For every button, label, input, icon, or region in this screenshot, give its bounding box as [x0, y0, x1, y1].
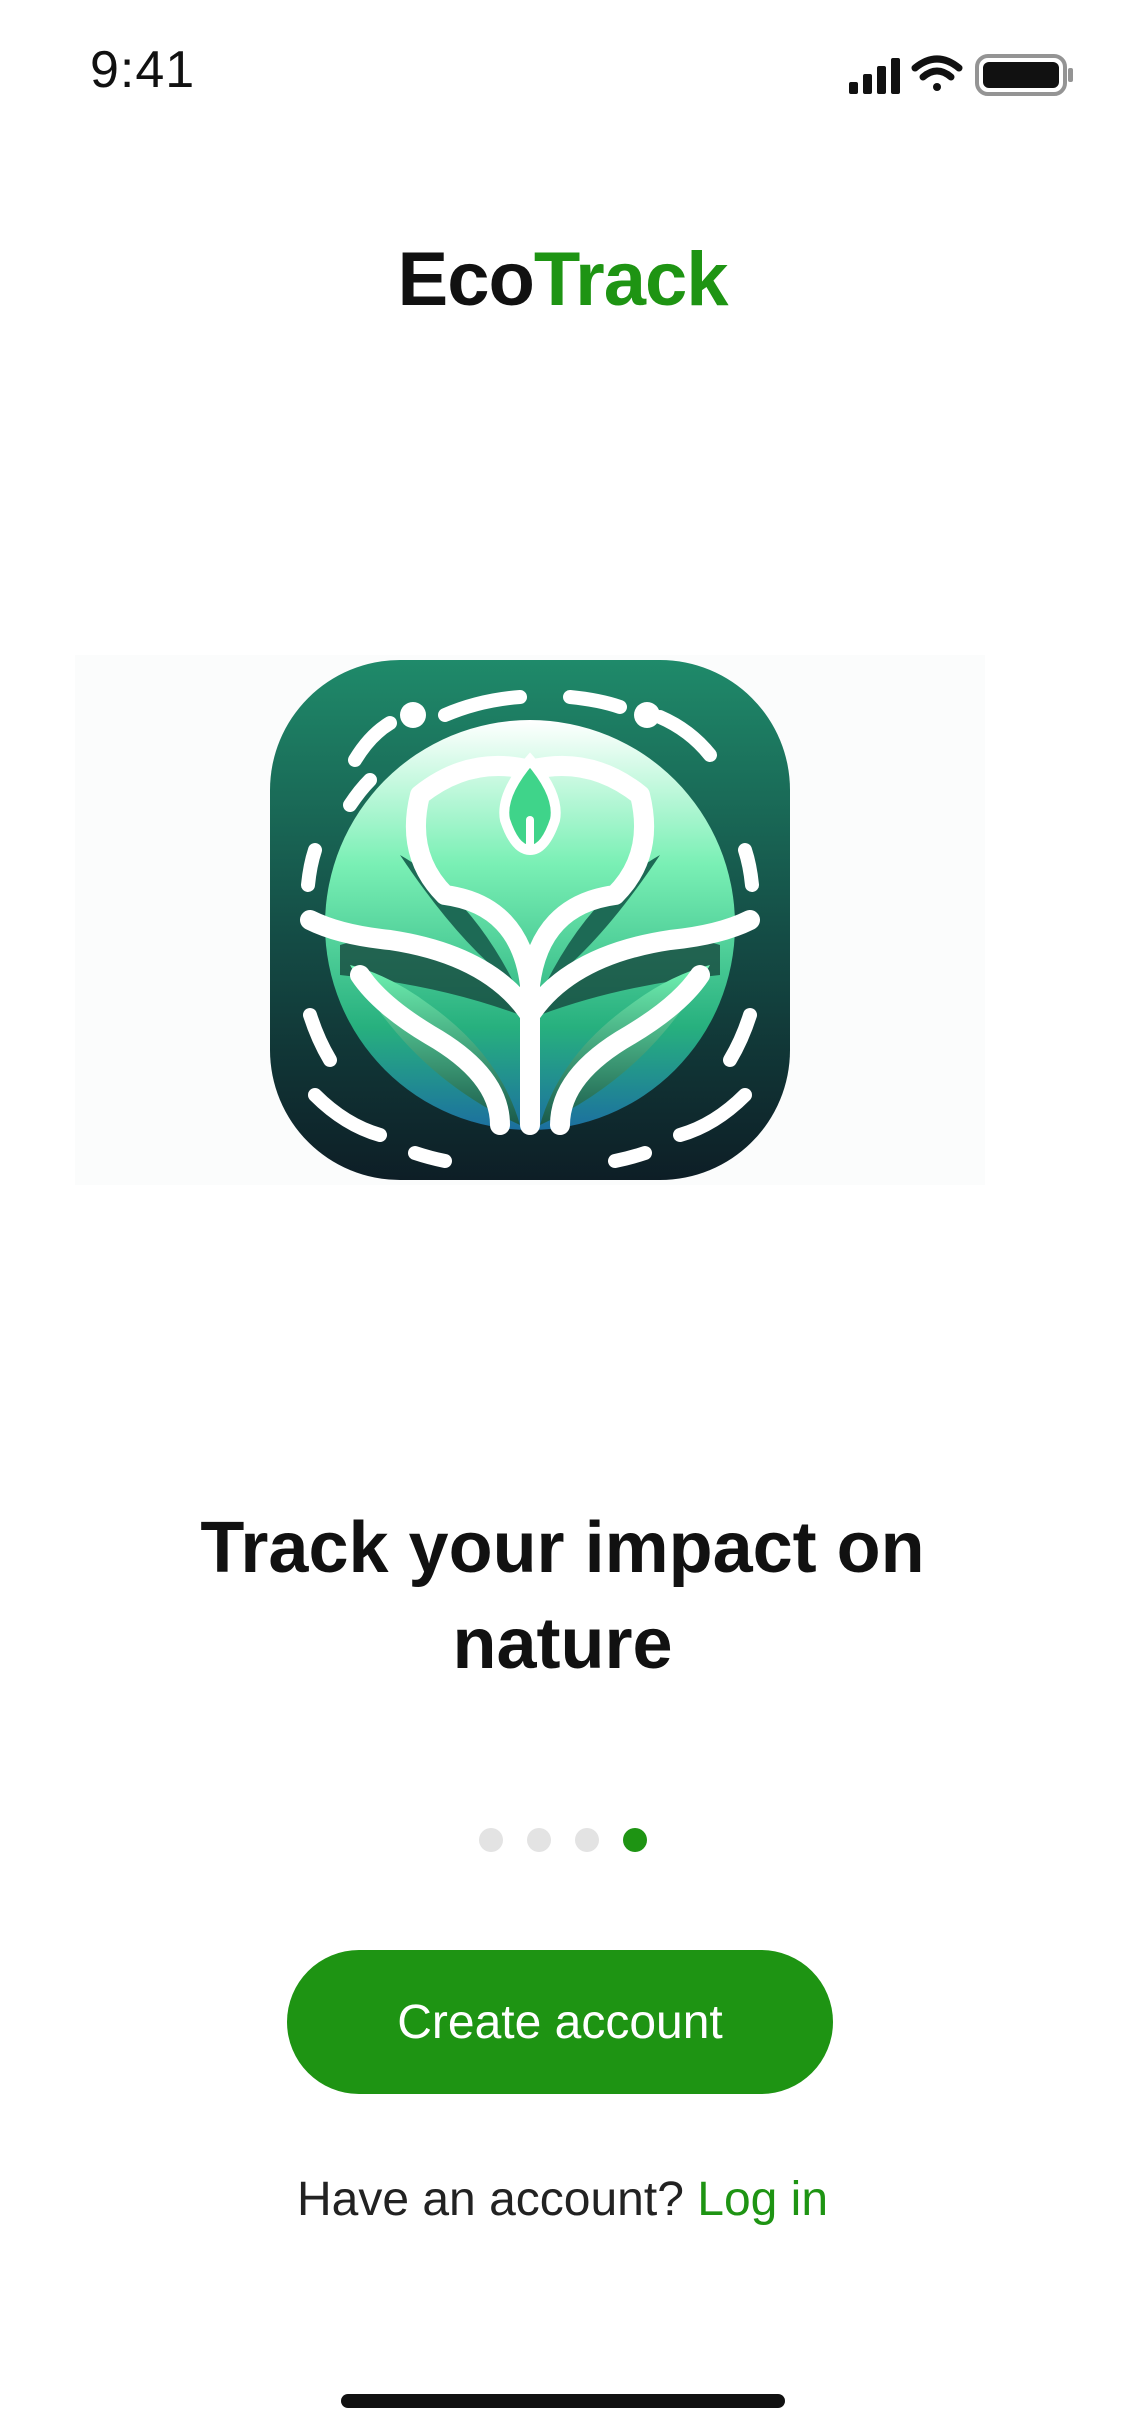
login-link[interactable]: Log in [697, 2173, 828, 2226]
brand-title: EcoTrack [0, 236, 1125, 323]
create-account-button[interactable]: Create account [287, 1950, 833, 2094]
brand-eco: Eco [397, 237, 535, 322]
brand-track: Track [533, 237, 729, 322]
onboarding-headline: Track your impact on nature [200, 1508, 925, 1684]
page-dot-active[interactable] [622, 1828, 647, 1852]
page-indicator [0, 1828, 1125, 1852]
onboarding-screen: 9:41 EcoTrack Track your impact on natur… [0, 0, 1125, 2436]
page-dot[interactable] [478, 1828, 503, 1852]
page-dot[interactable] [526, 1828, 551, 1852]
status-icons [849, 52, 1075, 96]
home-indicator[interactable] [341, 2394, 785, 2408]
wifi-icon [911, 55, 963, 91]
cellular-signal-icon [849, 58, 900, 94]
login-prompt: Have an account? [296, 2173, 684, 2226]
status-time: 9:41 [90, 41, 196, 99]
hero-illustration [75, 655, 985, 1185]
ecotrack-logo-icon [270, 660, 790, 1180]
battery-icon [975, 54, 1073, 96]
login-prompt-line: Have an account? Log in [0, 2172, 1125, 2227]
page-dot[interactable] [574, 1828, 599, 1852]
